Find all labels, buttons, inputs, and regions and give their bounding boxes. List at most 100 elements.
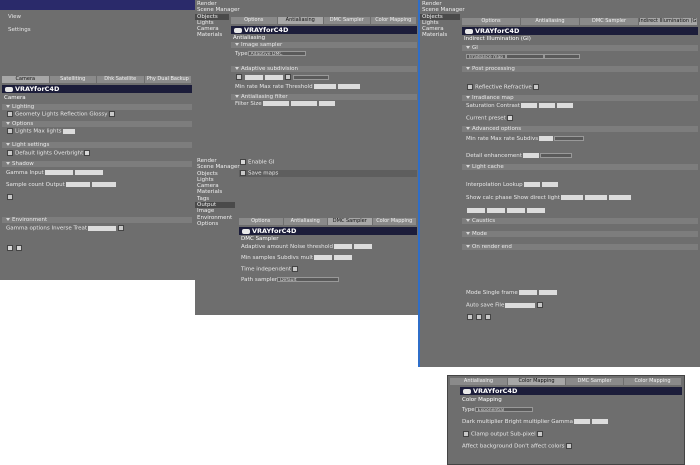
primary-engine-dropdown[interactable]: Irradiance map xyxy=(466,54,506,59)
filter-size-field[interactable] xyxy=(290,101,317,106)
option-checkbox[interactable] xyxy=(7,194,13,200)
min-rate-field[interactable] xyxy=(245,74,263,80)
lights-checkbox[interactable] xyxy=(7,128,13,134)
path-sampler-dropdown[interactable]: Default xyxy=(277,277,340,282)
tab-options[interactable]: Options xyxy=(239,218,283,225)
threshold-field[interactable] xyxy=(313,84,336,89)
tab-color-mapping[interactable]: Color Mapping xyxy=(372,218,416,225)
calc-extra-field[interactable] xyxy=(608,195,631,200)
input-field[interactable] xyxy=(74,170,103,175)
switch-checkbox-1[interactable] xyxy=(467,314,473,320)
gamma-field[interactable] xyxy=(44,170,73,175)
auto-save-checkbox[interactable] xyxy=(537,302,544,308)
sample-count-field[interactable] xyxy=(65,182,90,187)
affect-background-checkbox[interactable] xyxy=(565,443,572,449)
tab-camera[interactable]: Camera xyxy=(2,76,49,83)
save-maps-checkbox[interactable] xyxy=(240,170,246,176)
section-shadow[interactable]: Shadow xyxy=(2,161,192,167)
time-independent-checkbox[interactable] xyxy=(291,266,298,272)
adaptive-amount-field[interactable] xyxy=(333,244,352,249)
dark-multiplier-field[interactable] xyxy=(573,419,590,424)
tab-color-mapping[interactable]: Color Mapping xyxy=(370,17,416,24)
subdivs-mult-field[interactable] xyxy=(334,255,353,260)
default-lights-checkbox[interactable] xyxy=(7,150,13,156)
mode-field-4[interactable] xyxy=(527,208,545,213)
contrast-field[interactable] xyxy=(538,103,555,108)
calc-field[interactable] xyxy=(560,195,583,200)
glossy-checkbox[interactable] xyxy=(108,111,115,117)
tab-dmc-sampler[interactable]: DMC Sampler xyxy=(580,18,638,25)
section-light-cache[interactable]: Light cache xyxy=(462,164,698,170)
hsph-dropdown[interactable] xyxy=(554,136,585,141)
mode-field-1[interactable] xyxy=(467,208,485,213)
mode-field-3[interactable] xyxy=(507,208,525,213)
section-lighting[interactable]: Lighting xyxy=(2,104,192,110)
mode-field[interactable] xyxy=(518,290,537,295)
treat-checkbox[interactable] xyxy=(118,225,125,231)
section-on-render-end[interactable]: On render end xyxy=(462,244,698,250)
menu-item-settings[interactable]: Settings xyxy=(8,27,31,34)
overbright-checkbox[interactable] xyxy=(84,150,91,156)
sidebar-item[interactable]: Materials xyxy=(195,32,229,38)
menu-item-view[interactable]: View xyxy=(8,14,21,21)
tab-options[interactable]: Options xyxy=(462,18,520,25)
tab-options[interactable]: Options xyxy=(231,17,277,24)
section-environment[interactable]: Environment xyxy=(2,217,192,223)
sidebar-item[interactable]: Scene Manager xyxy=(195,7,240,13)
noise-threshold-field[interactable] xyxy=(353,244,372,249)
gamma-options-field[interactable] xyxy=(88,225,117,231)
file-field[interactable] xyxy=(505,302,536,308)
tab-satelliting[interactable]: Satelliting xyxy=(49,76,96,83)
section-gi[interactable]: GI xyxy=(462,45,698,51)
section-aa-filter[interactable]: Antialiasing filter xyxy=(231,94,417,100)
frame-field[interactable] xyxy=(538,290,557,295)
section-image-sampler[interactable]: Image sampler xyxy=(231,42,417,48)
filter-extra-field[interactable] xyxy=(318,101,335,106)
saturation-field[interactable] xyxy=(520,103,537,108)
max-lights-field[interactable] xyxy=(62,128,75,134)
tab-antialiasing[interactable]: Antialiasing xyxy=(283,218,327,225)
filter-field[interactable] xyxy=(262,101,289,106)
section-mode[interactable]: Mode xyxy=(462,231,698,237)
tab-indirect-illumination[interactable]: Indirect Illumination (GI) xyxy=(639,18,697,25)
switch-checkbox-3[interactable] xyxy=(485,314,491,320)
switch-checkbox-2[interactable] xyxy=(476,314,482,320)
tab-dhk-satellite[interactable]: Dhk Satellite xyxy=(97,76,144,83)
sidebar-item[interactable]: Scene Manager xyxy=(420,7,465,13)
size-field[interactable] xyxy=(337,84,360,89)
contrast-base-field[interactable] xyxy=(556,103,573,108)
sampler-type-dropdown[interactable]: Adaptive DMC xyxy=(247,51,306,56)
sidebar-item[interactable]: Scene Manager xyxy=(195,164,240,170)
tab-color-mapping[interactable]: Color Mapping xyxy=(508,378,565,385)
tab-antialiasing[interactable]: Antialiasing xyxy=(450,378,507,385)
direct-light-field[interactable] xyxy=(584,195,607,200)
max-rate-field[interactable] xyxy=(265,74,283,80)
detail-field[interactable] xyxy=(522,153,539,158)
section-irradiance[interactable]: Irradiance map xyxy=(462,95,698,101)
reflective-checkbox[interactable] xyxy=(467,84,473,90)
mode-field-2[interactable] xyxy=(487,208,505,213)
preset-checkbox[interactable] xyxy=(506,115,513,121)
clamp-output-checkbox[interactable] xyxy=(463,431,469,437)
secondary-engine-dropdown[interactable] xyxy=(506,54,544,59)
extra-checkbox-2[interactable] xyxy=(16,245,22,251)
tab-antialiasing[interactable]: Antialiasing xyxy=(521,18,579,25)
section-post-processing[interactable]: Post processing xyxy=(462,66,698,72)
detail-dropdown[interactable] xyxy=(539,153,572,158)
lookup-field[interactable] xyxy=(541,182,558,187)
tab-color-mapping-2[interactable]: Color Mapping xyxy=(624,378,681,385)
section-adaptive[interactable]: Adaptive subdivision xyxy=(231,66,417,72)
interp-samples-field[interactable] xyxy=(523,182,540,187)
tab-phy-dual-backup[interactable]: Phy Dual Backup xyxy=(144,76,191,83)
refractive-checkbox[interactable] xyxy=(532,84,539,90)
tab-dmc-sampler[interactable]: DMC Sampler xyxy=(324,17,370,24)
light-cache-dropdown[interactable] xyxy=(544,54,580,59)
section-advanced[interactable]: Advanced options xyxy=(462,126,698,132)
threshold-checkbox[interactable] xyxy=(285,74,291,80)
sidebar-item[interactable]: Options xyxy=(195,221,235,227)
section-light-settings[interactable]: Light settings xyxy=(2,142,192,148)
rate-checkbox[interactable] xyxy=(236,74,242,80)
tab-dmc-sampler[interactable]: DMC Sampler xyxy=(328,218,372,225)
gamma-field[interactable] xyxy=(591,419,608,424)
min-rate-field[interactable] xyxy=(539,136,554,141)
